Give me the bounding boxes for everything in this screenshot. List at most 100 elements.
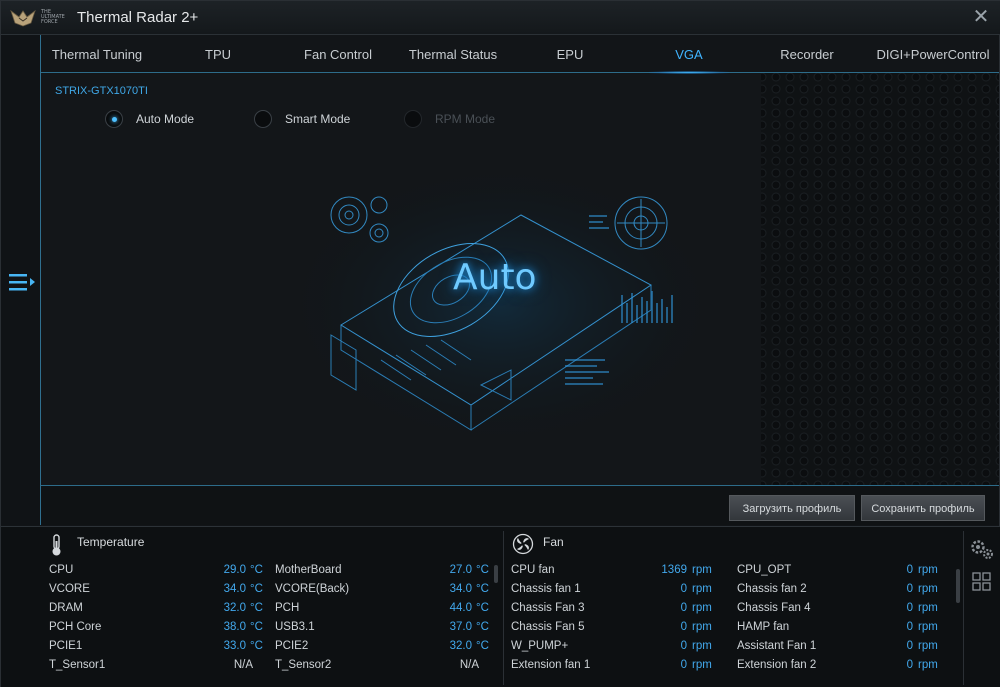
app-window: THE ULTIMATE FORCE Thermal Radar 2+ ✕ Th… <box>0 0 1000 687</box>
save-profile-button[interactable]: Сохранить профиль <box>861 495 985 521</box>
fan-row: Chassis Fan 4 0 rpm <box>737 602 947 621</box>
fan-value: 0 <box>680 621 687 633</box>
sensor-value: 34.0 <box>449 583 472 595</box>
fan-row: CPU fan 1369 rpm <box>511 564 721 583</box>
sensor-value: 44.0 <box>449 602 472 614</box>
sensor-value: 32.0 <box>223 602 246 614</box>
fan-name: CPU fan <box>511 564 555 576</box>
fan-row: HAMP fan 0 rpm <box>737 621 947 640</box>
grid-view-icon[interactable] <box>972 572 992 592</box>
temperature-row: PCIE2 32.0 °C <box>275 640 489 659</box>
sensor-unit: °C <box>476 583 489 595</box>
sensor-name: VCORE(Back) <box>275 583 350 595</box>
fan-unit: rpm <box>918 659 938 671</box>
fan-row: Assistant Fan 1 0 rpm <box>737 640 947 659</box>
fan-row: W_PUMP+ 0 rpm <box>511 640 721 659</box>
side-rail <box>1 35 41 525</box>
sensor-name: DRAM <box>49 602 83 614</box>
sensor-name: PCH Core <box>49 621 102 633</box>
app-title: Thermal Radar 2+ <box>77 9 199 26</box>
sensor-unit: °C <box>250 602 263 614</box>
sensor-name: VCORE <box>49 583 90 595</box>
sensor-name: PCIE1 <box>49 640 83 652</box>
menu-expand-icon[interactable] <box>9 271 37 293</box>
fan-name: CPU_OPT <box>737 564 792 576</box>
temperature-scrollbar[interactable] <box>494 565 498 583</box>
fan-row: Extension fan 1 0 rpm <box>511 659 721 678</box>
sensor-name: T_Sensor1 <box>49 659 106 671</box>
temperature-row: MotherBoard 27.0 °C <box>275 564 489 583</box>
fan-value: 0 <box>680 640 687 652</box>
sensor-name: CPU <box>49 564 74 576</box>
mode-display: Auto <box>453 257 537 298</box>
sensor-value: 34.0 <box>223 583 246 595</box>
temperature-row: PCH Core 38.0 °C <box>49 621 263 640</box>
fan-unit: rpm <box>692 583 712 595</box>
fan-row: Chassis Fan 3 0 rpm <box>511 602 721 621</box>
status-panel: Temperature CPU 29.0 °C VCORE 34.0 °C DR… <box>1 526 1000 687</box>
radio-indicator[interactable] <box>254 110 272 128</box>
close-icon[interactable]: ✕ <box>971 7 991 27</box>
sensor-name: T_Sensor2 <box>275 659 332 671</box>
temperature-row: VCORE(Back) 34.0 °C <box>275 583 489 602</box>
fan-unit: rpm <box>918 602 938 614</box>
sensor-name: PCH <box>275 602 300 614</box>
divider <box>41 485 999 486</box>
fan-value: 0 <box>906 602 913 614</box>
fan-row: Extension fan 2 0 rpm <box>737 659 947 678</box>
gears-icon[interactable] <box>969 537 995 561</box>
fan-value: 0 <box>906 583 913 595</box>
fan-scrollbar[interactable] <box>956 569 960 603</box>
sensor-unit: °C <box>476 640 489 652</box>
tab-recorder[interactable]: Recorder <box>769 35 845 73</box>
tab-fan-control[interactable]: Fan Control <box>293 35 383 73</box>
divider <box>963 531 964 685</box>
fan-unit: rpm <box>692 659 712 671</box>
fan-name: Chassis Fan 4 <box>737 602 811 614</box>
tab-digi-power-control[interactable]: DIGI+PowerControl <box>867 35 999 73</box>
divider <box>503 531 504 685</box>
temperature-row: PCIE1 33.0 °C <box>49 640 263 659</box>
sensor-value: 29.0 <box>223 564 246 576</box>
logo-text: THE ULTIMATE FORCE <box>41 9 65 25</box>
sensor-value: 38.0 <box>223 621 246 633</box>
fan-unit: rpm <box>918 564 938 576</box>
fan-unit: rpm <box>692 564 712 576</box>
fan-value: 1369 <box>661 564 687 576</box>
temperature-row: DRAM 32.0 °C <box>49 602 263 621</box>
fan-value: 0 <box>906 621 913 633</box>
tab-tpu[interactable]: TPU <box>189 35 247 73</box>
tab-thermal-tuning[interactable]: Thermal Tuning <box>45 35 149 73</box>
fan-value: 0 <box>906 659 913 671</box>
tab-epu[interactable]: EPU <box>541 35 599 73</box>
fan-unit: rpm <box>692 602 712 614</box>
main-panel: Thermal Tuning TPU Fan Control Thermal S… <box>41 35 999 525</box>
sensor-unit: °C <box>250 564 263 576</box>
radio-indicator[interactable] <box>105 110 123 128</box>
fan-unit: rpm <box>692 640 712 652</box>
fan-value: 0 <box>906 640 913 652</box>
sensor-value: N/A <box>233 659 253 671</box>
fan-name: Chassis fan 1 <box>511 583 581 595</box>
fan-row: Chassis Fan 5 0 rpm <box>511 621 721 640</box>
fan-row: CPU_OPT 0 rpm <box>737 564 947 583</box>
temperature-row: T_Sensor2 N/A <box>275 659 485 678</box>
fan-name: Chassis fan 2 <box>737 583 807 595</box>
sensor-unit: °C <box>476 602 489 614</box>
fan-name: Chassis Fan 3 <box>511 602 585 614</box>
fan-row: Chassis fan 2 0 rpm <box>737 583 947 602</box>
fan-name: Extension fan 1 <box>511 659 591 671</box>
temperature-row: T_Sensor1 N/A <box>49 659 259 678</box>
tab-vga[interactable]: VGA <box>649 35 729 74</box>
sensor-unit: °C <box>250 640 263 652</box>
tab-thermal-status[interactable]: Thermal Status <box>403 35 503 73</box>
thermometer-icon <box>52 534 61 556</box>
sensor-name: USB3.1 <box>275 621 315 633</box>
graphics-card-illustration <box>330 196 673 431</box>
load-profile-button[interactable]: Загрузить профиль <box>729 495 855 521</box>
sensor-value: 33.0 <box>223 640 246 652</box>
radio-indicator <box>404 110 422 128</box>
fan-title: Fan <box>543 535 564 549</box>
temperature-row: USB3.1 37.0 °C <box>275 621 489 640</box>
sensor-unit: °C <box>476 621 489 633</box>
